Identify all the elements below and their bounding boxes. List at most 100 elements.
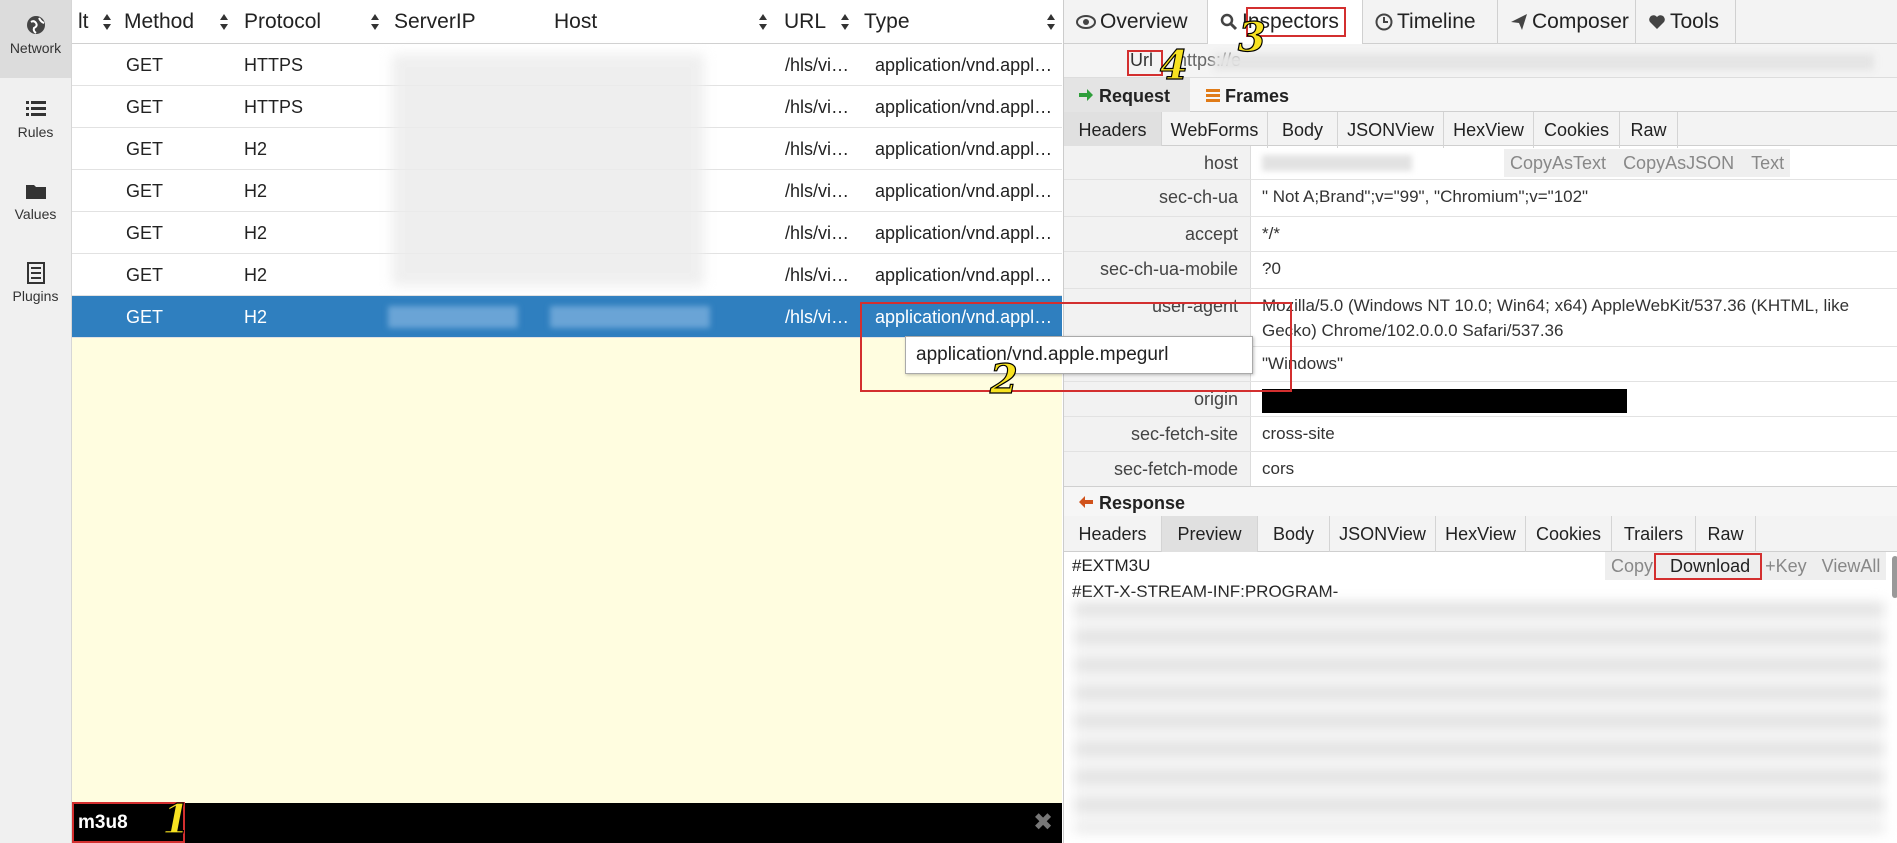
resp-tab-trailers[interactable]: Trailers — [1612, 516, 1696, 552]
header-value[interactable]: " Not A;Brand";v="99", "Chromium";v="102… — [1262, 180, 1892, 209]
req-tab-cookies[interactable]: Cookies — [1534, 112, 1620, 148]
cell-url: /hls/vid… — [785, 181, 859, 201]
search-icon — [1220, 14, 1238, 31]
redacted-origin-value — [1262, 389, 1627, 413]
req-tab-headers[interactable]: Headers — [1064, 112, 1162, 148]
annotation-box-4 — [1127, 50, 1163, 76]
col-type-label: Type — [864, 10, 910, 33]
req-tab-jsonview[interactable]: JSONView — [1338, 112, 1444, 148]
sort-icon — [1047, 14, 1055, 30]
header-name: host — [1064, 146, 1251, 179]
col-serverip-label: ServerIP — [394, 10, 476, 33]
cell-url: /hls/vid… — [785, 55, 859, 75]
annotation-number-3: 3 — [1237, 13, 1266, 61]
redacted-url — [1214, 54, 1874, 70]
req-tab-body[interactable]: Body — [1268, 112, 1338, 148]
copy-as-json-button[interactable]: CopyAsJSON — [1623, 153, 1734, 173]
header-value[interactable]: cors — [1262, 452, 1892, 481]
text-button[interactable]: Text — [1751, 153, 1784, 173]
tab-composer[interactable]: Composer — [1498, 0, 1636, 44]
cell-method: GET — [126, 223, 164, 243]
resp-tab-hexview[interactable]: HexView — [1436, 516, 1526, 552]
rail-network-label: Network — [9, 40, 62, 56]
col-host-label: Host — [554, 10, 598, 33]
cell-type: application/vnd.appl… — [875, 223, 1053, 243]
header-row: sec-fetch-mode cors — [1064, 452, 1897, 486]
col-serverip[interactable]: ServerIP — [388, 0, 548, 44]
header-value[interactable]: cross-site — [1262, 417, 1892, 446]
col-protocol[interactable]: Protocol — [238, 0, 388, 44]
header-value[interactable]: "Windows" — [1262, 347, 1892, 376]
annotation-box-2 — [860, 302, 1292, 392]
arrow-right-icon — [1079, 89, 1093, 101]
cell-type: application/vnd.appl… — [875, 139, 1053, 159]
resp-tab-headers[interactable]: Headers — [1064, 516, 1162, 552]
tab-timeline-label: Timeline — [1397, 10, 1476, 33]
col-host[interactable]: Host — [548, 0, 768, 44]
heart-icon — [1649, 15, 1665, 30]
col-method-label: Method — [124, 10, 195, 33]
scrollbar-thumb[interactable] — [1892, 556, 1897, 598]
cell-url: /hls/vid… — [785, 139, 859, 159]
add-key-button[interactable]: +Key — [1765, 556, 1807, 576]
rail-plugins[interactable]: Plugins — [0, 248, 71, 326]
code-line: #EXTM3U — [1072, 556, 1151, 575]
header-value[interactable]: ?0 — [1262, 252, 1892, 281]
resp-tab-raw[interactable]: Raw — [1696, 516, 1756, 552]
req-tab-webforms[interactable]: WebForms — [1162, 112, 1268, 148]
view-all-button[interactable]: ViewAll — [1822, 556, 1881, 576]
header-name: sec-ch-ua-mobile — [1064, 252, 1251, 288]
header-name: sec-ch-ua — [1064, 180, 1251, 216]
header-row: sec-fetch-site cross-site — [1064, 417, 1897, 452]
redacted-playlist-content — [1074, 602, 1884, 832]
resp-tab-cookies[interactable]: Cookies — [1526, 516, 1612, 552]
col-protocol-label: Protocol — [244, 10, 322, 33]
annotation-number-2: 2 — [989, 355, 1018, 403]
eye-icon — [1076, 15, 1096, 30]
header-row: sec-ch-ua-mobile ?0 — [1064, 252, 1897, 289]
tab-overview[interactable]: Overview — [1064, 0, 1208, 44]
cell-url: /hls/vid… — [785, 265, 859, 285]
copy-as-text-button[interactable]: CopyAsText — [1510, 153, 1606, 173]
response-section-tab[interactable]: Response — [1064, 487, 1214, 519]
cell-protocol: H2 — [244, 139, 268, 159]
rail-rules[interactable]: Rules — [0, 84, 71, 162]
cell-method: GET — [126, 307, 164, 327]
rail-values-label: Values — [14, 206, 57, 222]
tab-tools[interactable]: Tools — [1636, 0, 1736, 44]
cell-protocol: HTTPS — [244, 97, 304, 117]
url-bar: Url https://e — [1064, 44, 1897, 78]
cell-protocol: H2 — [244, 307, 268, 327]
resp-tab-body[interactable]: Body — [1258, 516, 1330, 552]
response-bar: Response — [1064, 486, 1897, 518]
clock-icon — [1375, 13, 1393, 31]
req-tab-raw[interactable]: Raw — [1620, 112, 1678, 148]
req-tab-hexview[interactable]: HexView — [1444, 112, 1534, 148]
frames-tab[interactable]: Frames — [1192, 78, 1308, 114]
header-value[interactable]: Mozilla/5.0 (Windows NT 10.0; Win64; x64… — [1262, 289, 1892, 343]
cell-method: GET — [126, 55, 164, 75]
cell-url: /hls/vid… — [785, 97, 859, 117]
tab-timeline[interactable]: Timeline — [1363, 0, 1498, 44]
header-name: sec-fetch-site — [1064, 417, 1251, 451]
redacted-server-host-area — [392, 54, 704, 286]
inspector-panel: Overview Inspectors Timeline Composer To… — [1063, 0, 1897, 843]
annotation-number-4: 4 — [1159, 41, 1188, 89]
session-list: lt Method Protocol ServerIP Host URL Typ… — [72, 0, 1062, 843]
close-icon[interactable]: ✖ — [1032, 811, 1054, 835]
rail-plugins-label: Plugins — [12, 288, 59, 304]
rail-network[interactable]: Network — [0, 0, 71, 78]
resp-tab-jsonview[interactable]: JSONView — [1330, 516, 1436, 552]
cell-method: GET — [126, 97, 164, 117]
code-line: #EXT-X-STREAM-INF:PROGRAM- — [1072, 582, 1339, 601]
request-label: Request — [1099, 86, 1171, 106]
sort-icon — [220, 14, 228, 30]
cell-type: application/vnd.appl… — [875, 55, 1053, 75]
annotation-number-1: 1 — [161, 795, 190, 843]
resp-tab-preview[interactable]: Preview — [1162, 516, 1258, 552]
rail-values[interactable]: Values — [0, 166, 71, 244]
frames-icon — [1206, 89, 1220, 102]
copy-button[interactable]: Copy — [1611, 556, 1653, 576]
col-type[interactable]: Type — [858, 0, 1058, 44]
header-value[interactable]: */* — [1262, 217, 1892, 246]
